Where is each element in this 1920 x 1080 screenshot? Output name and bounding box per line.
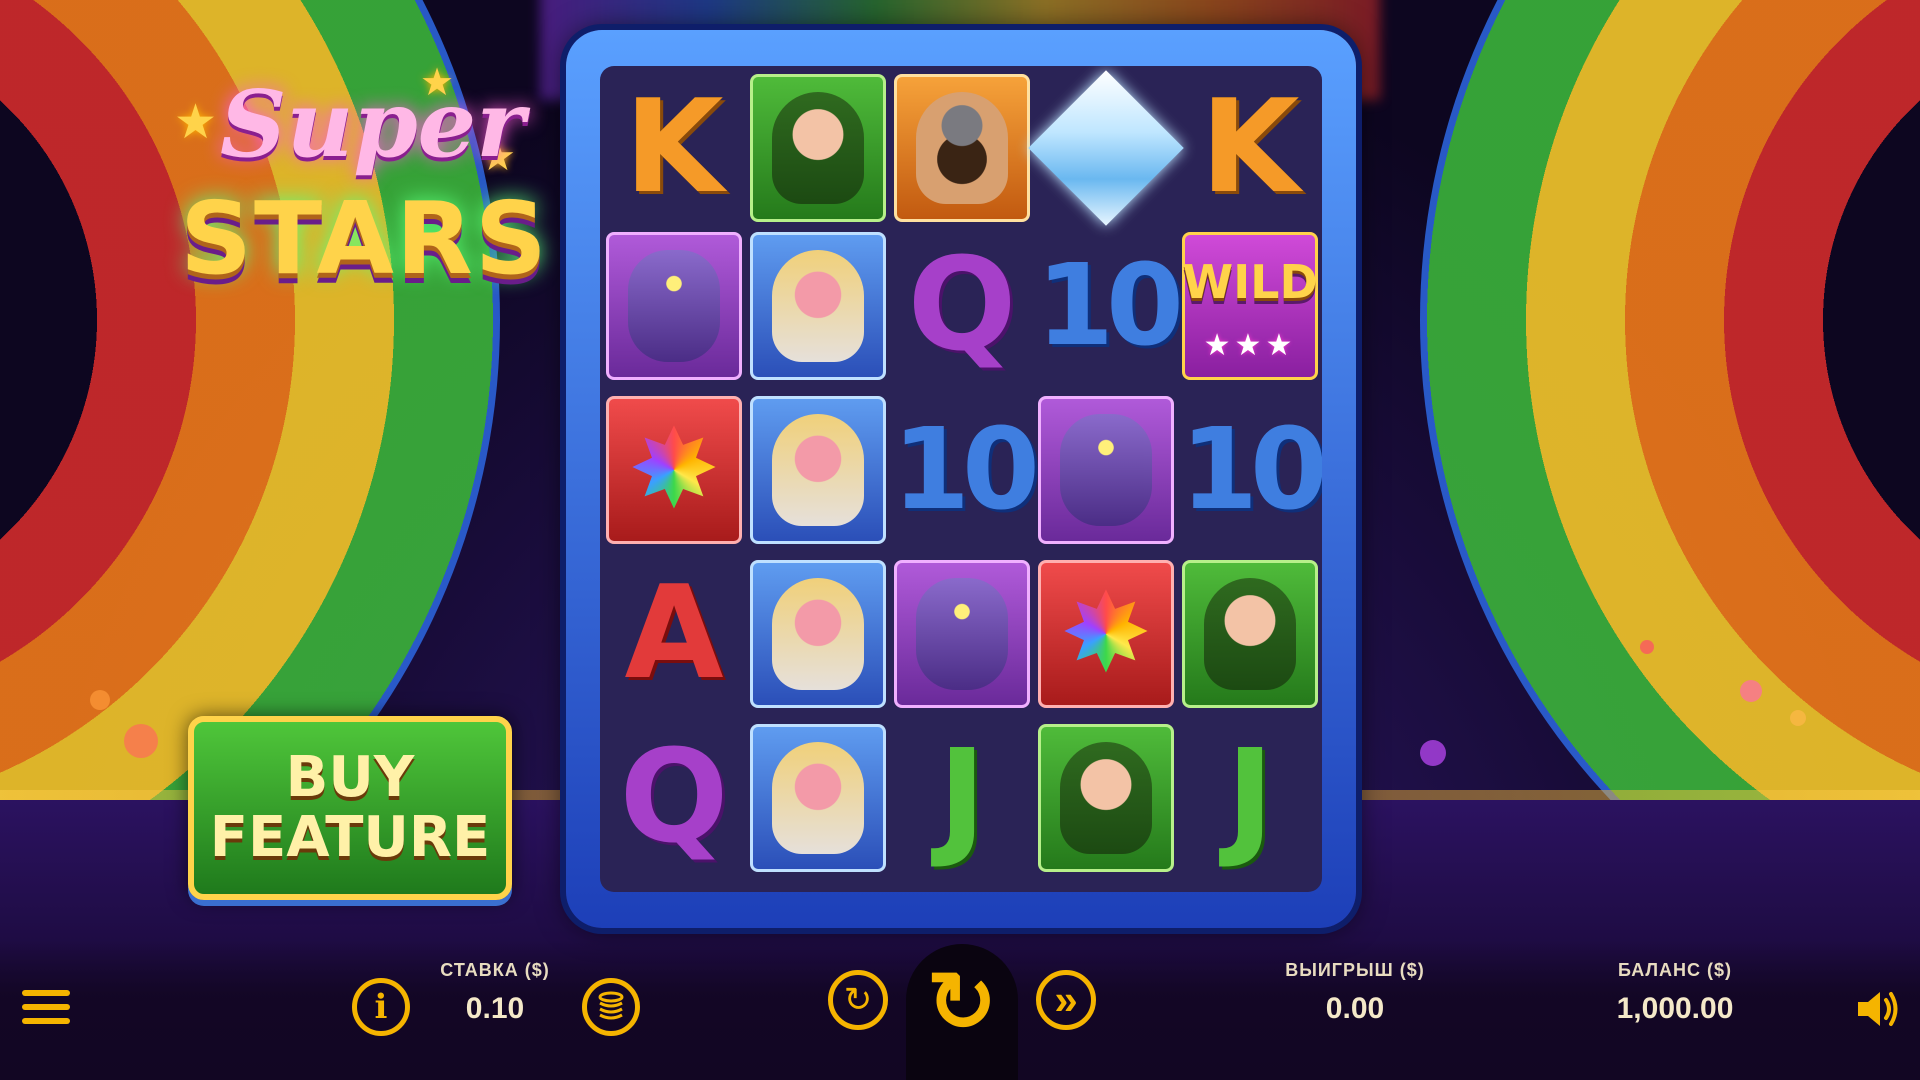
pig-lady-icon <box>772 578 864 690</box>
coins-stack-icon[interactable] <box>582 978 640 1036</box>
reel-symbol-q: Q <box>619 723 729 872</box>
reel-symbol-monster <box>604 230 744 382</box>
buy-feature-label-line1: BUY <box>285 745 415 810</box>
menu-icon[interactable] <box>22 990 70 1030</box>
reel-symbol-monster <box>1036 394 1176 546</box>
volume-icon[interactable] <box>1852 984 1902 1034</box>
star-gem-icon: ✸ <box>627 408 721 531</box>
star-icon: ★ <box>174 96 218 149</box>
wild-stars-icon: ★★★ <box>1203 329 1297 362</box>
reel-symbol-k: K <box>1200 73 1300 222</box>
reel-symbol-wild: WILD ★★★ <box>1180 230 1320 382</box>
reel-symbol-leprechaun <box>1180 558 1320 710</box>
info-icon[interactable]: i <box>352 978 410 1036</box>
reel-symbol-pig-lady <box>748 722 888 874</box>
bet-value: 0.10 <box>465 992 525 1025</box>
reel-symbol-star-gem: ✸ <box>1036 558 1176 710</box>
diamond-icon <box>1028 70 1184 226</box>
buy-feature-button[interactable]: BUY FEATURE <box>188 716 512 900</box>
reel-symbol-pig-lady <box>748 394 888 546</box>
star-gem-icon: ✸ <box>1059 572 1153 695</box>
spin-button[interactable]: ↻ <box>918 955 1006 1049</box>
reel-symbol-j: J <box>1226 723 1274 872</box>
turbo-button[interactable]: » <box>1036 970 1096 1030</box>
wild-label: WILD <box>1182 255 1318 309</box>
leprechaun-icon <box>1060 742 1152 854</box>
pig-lady-icon <box>772 250 864 362</box>
reel-symbol-star-gem: ✸ <box>604 394 744 546</box>
leprechaun-icon <box>772 92 864 204</box>
reel-symbol-10: 10 <box>1180 405 1322 535</box>
reel-symbol-a: A <box>624 559 724 708</box>
reel-symbol-q: Q <box>907 231 1017 380</box>
reel-symbol-leprechaun <box>1036 722 1176 874</box>
reel-symbol-diamond <box>1028 70 1184 226</box>
leprechaun-icon <box>1204 578 1296 690</box>
bokeh-light <box>1420 740 1446 766</box>
bokeh-light <box>1740 680 1762 702</box>
bokeh-light <box>90 690 110 710</box>
logo-stars-text: STARS <box>180 180 549 297</box>
balance-label: БАЛАНС ($) <box>1617 960 1733 980</box>
logo-super-text: Super <box>220 70 525 178</box>
reel-symbol-monster <box>892 558 1032 710</box>
autoplay-button[interactable]: ↻ <box>828 970 888 1030</box>
reel-symbol-leprechaun <box>748 72 888 224</box>
bokeh-light <box>124 724 158 758</box>
reel-symbol-j: J <box>938 723 986 872</box>
monster-icon <box>628 250 720 362</box>
pig-lady-icon <box>772 742 864 854</box>
game-logo: ★ ★ ★ Super STARS <box>160 60 547 310</box>
reel-grid: K K Q 10 WILD ★★★ ✸ 10 10 A ✸ Q J J <box>600 66 1322 892</box>
autoplay-icon: ↻ <box>843 981 873 1019</box>
monster-icon <box>1060 414 1152 526</box>
monster-icon <box>916 578 1008 690</box>
reel-symbol-pig-lady <box>748 230 888 382</box>
balance-value: 1,000.00 <box>1616 992 1734 1025</box>
win-value: 0.00 <box>1325 992 1385 1025</box>
reel-symbol-dwarf <box>892 72 1032 224</box>
reel-symbol-k: K <box>624 73 724 222</box>
reel-symbol-10: 10 <box>1036 241 1184 371</box>
dwarf-icon <box>916 92 1008 204</box>
spin-icon: ↻ <box>926 955 998 1049</box>
fast-forward-icon: » <box>1054 976 1078 1023</box>
reel-symbol-pig-lady <box>748 558 888 710</box>
bet-label: СТАВКА ($) <box>440 960 550 980</box>
reel-symbol-10: 10 <box>892 405 1040 535</box>
pig-lady-icon <box>772 414 864 526</box>
bokeh-light <box>1790 710 1806 726</box>
buy-feature-label-line2: FEATURE <box>209 805 491 870</box>
win-label: ВЫИГРЫШ ($) <box>1285 960 1425 980</box>
bokeh-light <box>1640 640 1654 654</box>
